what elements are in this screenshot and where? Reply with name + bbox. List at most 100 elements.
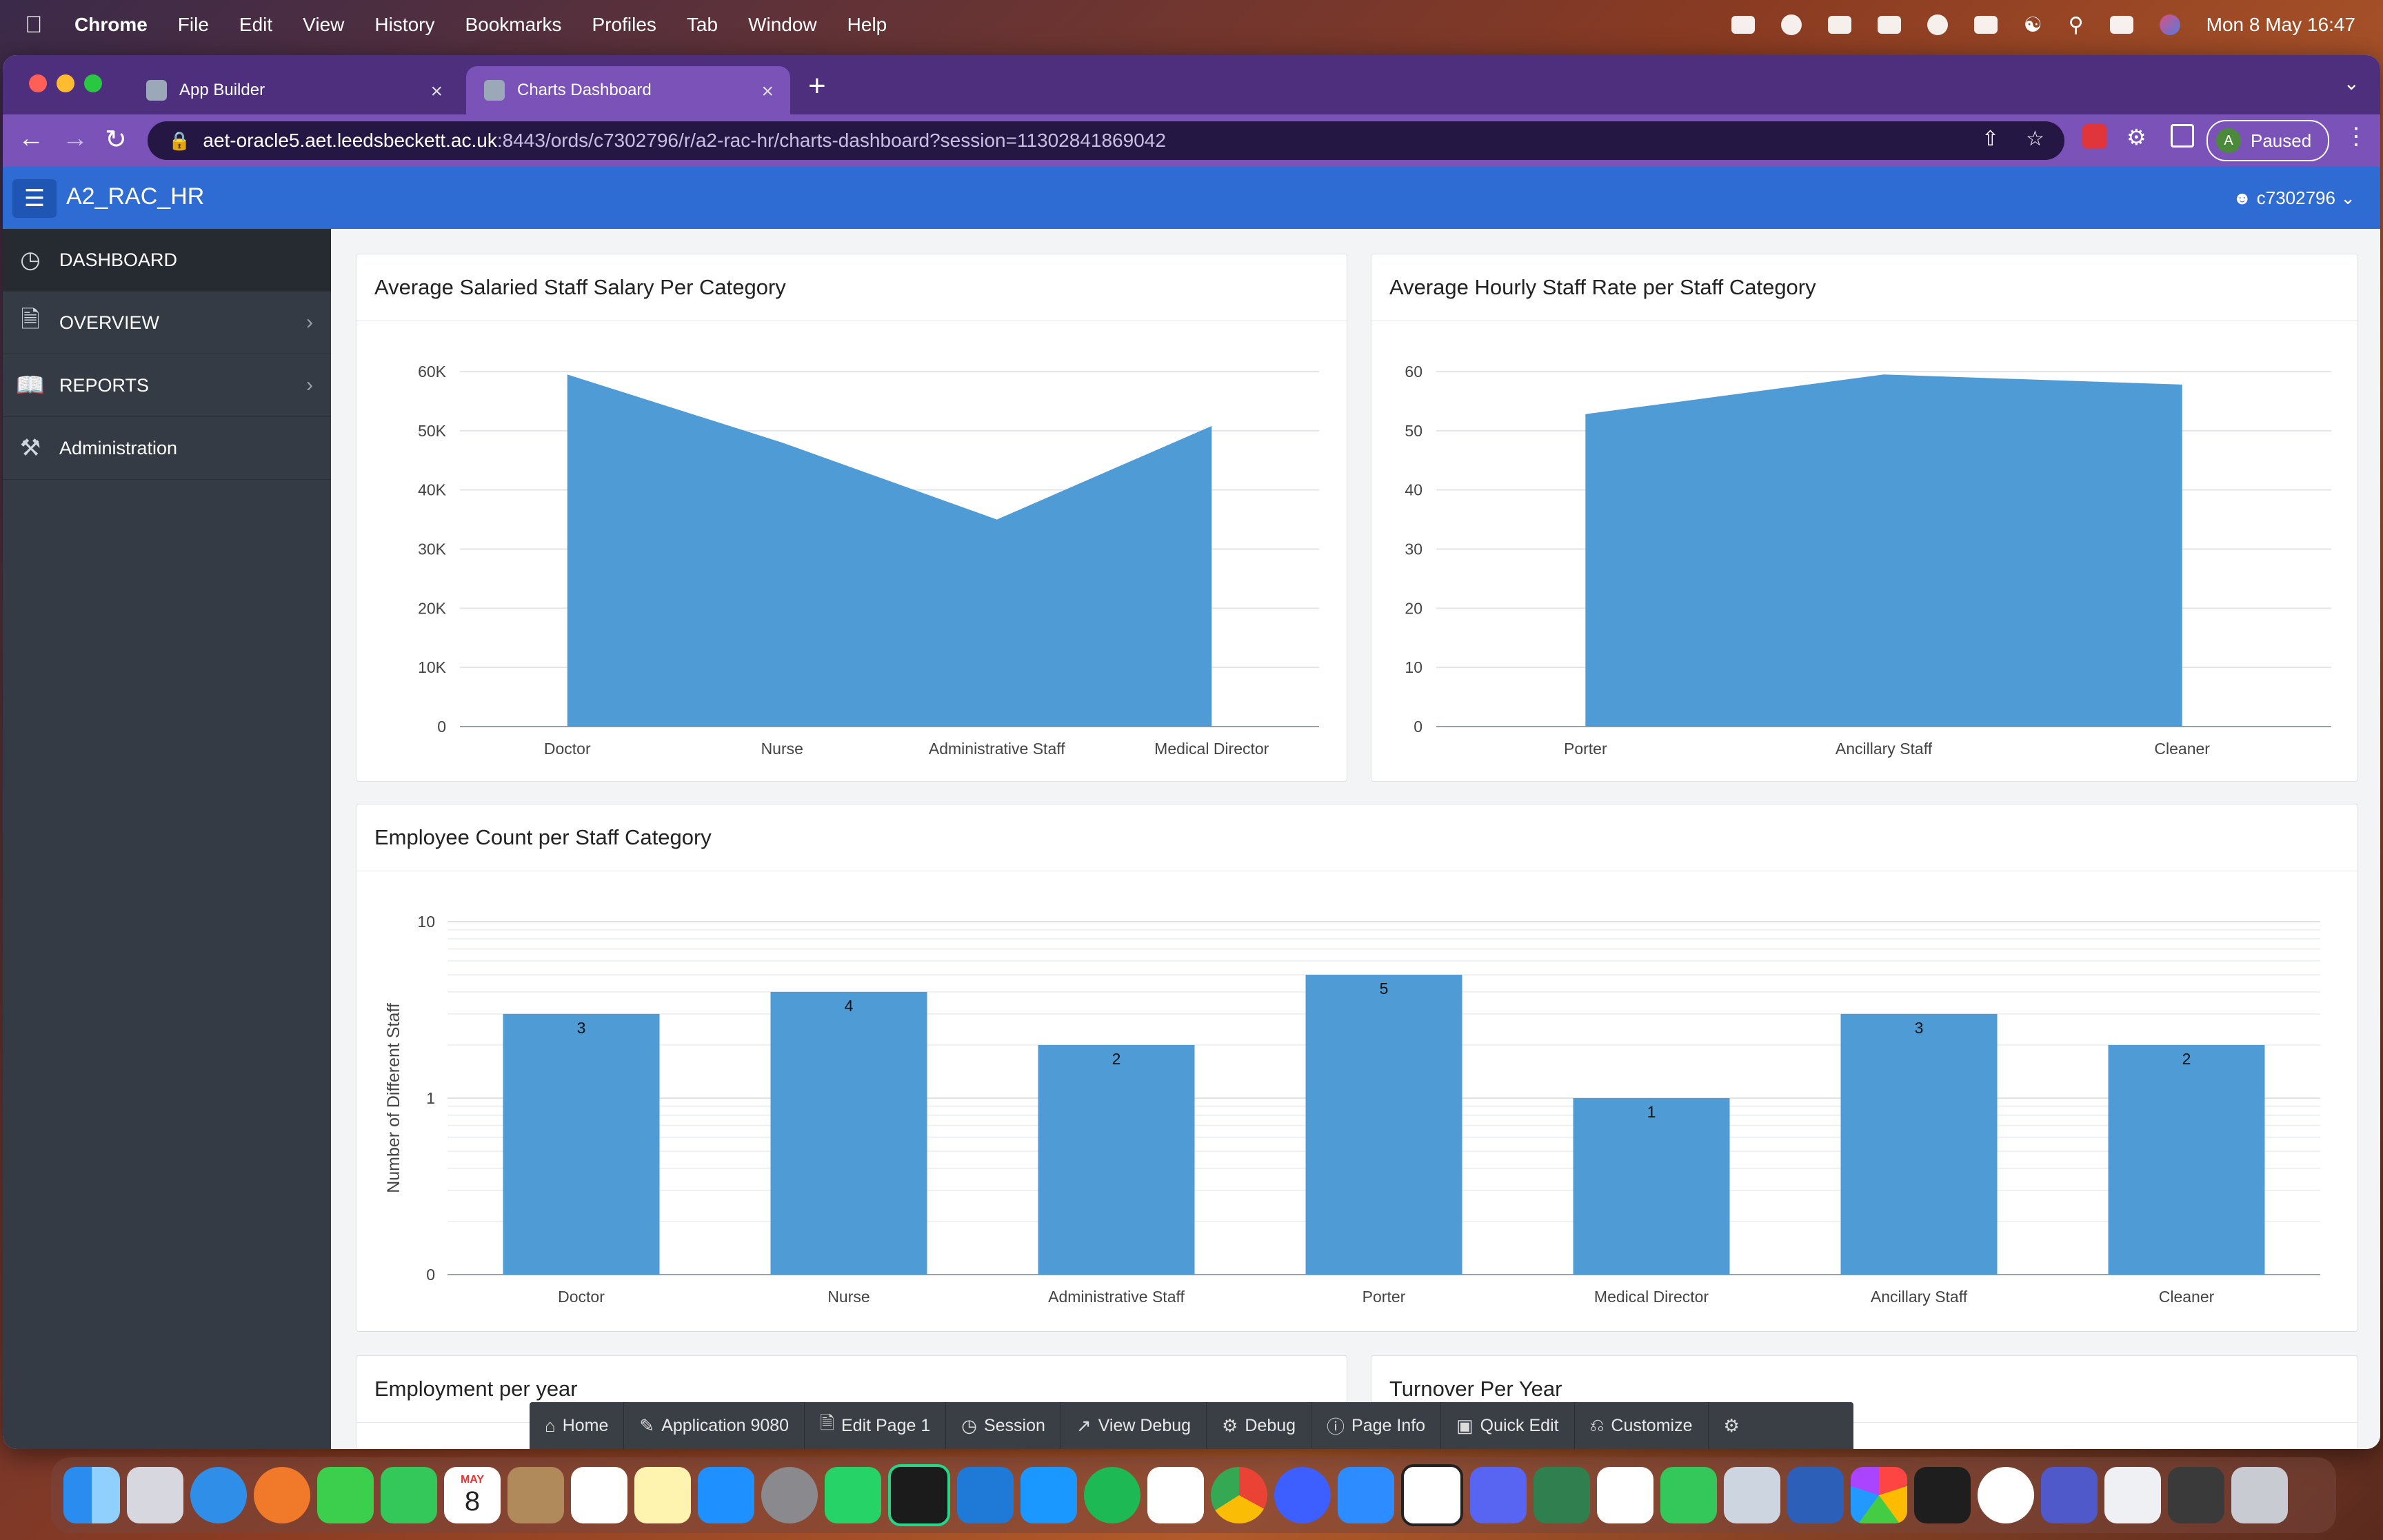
menu-view[interactable]: View — [303, 14, 344, 36]
dev-edit-page-button[interactable]: 🗎 Edit Page 1 — [805, 1402, 947, 1449]
bookmark-star-icon[interactable]: ☆ — [2026, 127, 2044, 151]
side-panel-icon[interactable] — [2171, 124, 2194, 148]
dev-settings-button[interactable]: ⚙ — [1709, 1402, 1762, 1449]
battery-icon[interactable] — [1973, 16, 1998, 34]
spotify-icon[interactable] — [1084, 1467, 1140, 1523]
menu-help[interactable]: Help — [847, 14, 887, 36]
share-icon[interactable]: ⇧ — [1982, 127, 1999, 151]
wifi-icon[interactable]: ☯ — [2024, 13, 2042, 37]
x-tick-label: Cleaner — [2154, 740, 2210, 758]
cloud-icon[interactable] — [1780, 14, 1802, 35]
chevron-right-icon[interactable]: › — [306, 311, 313, 334]
photos-icon[interactable] — [1851, 1467, 1907, 1523]
dev-application-button[interactable]: ✎ Application 9080 — [624, 1402, 805, 1449]
dev-session-button[interactable]: ◷ Session — [946, 1402, 1061, 1449]
chevron-right-icon[interactable]: › — [306, 374, 313, 397]
spotlight-search-icon[interactable]: ⚲ — [2069, 13, 2084, 37]
dev-page-info-button[interactable]: ⓘ Page Info — [1311, 1402, 1442, 1449]
control-center-icon[interactable] — [2109, 16, 2133, 34]
menu-bookmarks[interactable]: Bookmarks — [465, 14, 561, 36]
sidebar-item-overview[interactable]: 🗎 OVERVIEW › — [3, 292, 331, 354]
menu-clock[interactable]: Mon 8 May 16:47 — [2206, 14, 2355, 36]
address-bar[interactable]: 🔒 aet-oracle5.aet.leedsbeckett.ac.uk:844… — [148, 121, 2064, 160]
user-menu[interactable]: ☻ c7302796 ⌄ — [2233, 188, 2355, 209]
menu-file[interactable]: File — [178, 14, 209, 36]
close-tab-icon[interactable]: × — [430, 80, 443, 103]
zoom-icon[interactable] — [1338, 1467, 1394, 1523]
menu-app-name[interactable]: Chrome — [74, 14, 148, 36]
dev-home-button[interactable]: ⌂ Home — [530, 1402, 625, 1449]
preview-icon[interactable] — [1724, 1467, 1780, 1523]
sidebar-item-dashboard[interactable]: ◷ DASHBOARD — [3, 229, 331, 292]
app-store-icon[interactable] — [698, 1467, 754, 1523]
dev-quick-edit-button[interactable]: ▣ Quick Edit — [1441, 1402, 1575, 1449]
notes-icon[interactable] — [634, 1467, 691, 1523]
stats-icon[interactable] — [1827, 16, 1851, 34]
documents-folder-icon[interactable] — [2104, 1467, 2161, 1523]
reload-icon[interactable]: ↻ — [105, 124, 127, 155]
clock-icon[interactable] — [1978, 1467, 2034, 1523]
contacts-icon[interactable] — [507, 1467, 564, 1523]
vscode-icon[interactable] — [957, 1467, 1014, 1523]
zoom-window-button[interactable] — [84, 74, 102, 92]
chrome-menu-icon[interactable]: ⋮ — [2344, 123, 2368, 150]
play-icon[interactable] — [1927, 14, 1948, 35]
dev-customize-button[interactable]: ⎌ Customize — [1575, 1402, 1709, 1449]
app-title[interactable]: A2_RAC_HR — [66, 183, 204, 210]
sidebar-item-reports[interactable]: 📖 REPORTS › — [3, 354, 331, 417]
safari-icon[interactable] — [190, 1467, 247, 1523]
apple-logo-icon[interactable]:  — [25, 12, 61, 39]
bar-data-label: 2 — [2182, 1050, 2191, 1068]
navigation-toggle-icon[interactable]: ☰ — [12, 179, 57, 218]
firefox-icon[interactable] — [254, 1467, 310, 1523]
input-source-icon[interactable] — [1877, 16, 1901, 34]
menu-tab[interactable]: Tab — [687, 14, 718, 36]
chrome-icon[interactable] — [1211, 1467, 1267, 1523]
menu-edit[interactable]: Edit — [239, 14, 272, 36]
downloads-stack-icon[interactable] — [2168, 1467, 2224, 1523]
slack-icon[interactable] — [1147, 1467, 1204, 1523]
status-app-icon[interactable] — [1731, 16, 1755, 34]
siri-icon[interactable] — [2159, 14, 2180, 35]
tableau-icon[interactable] — [1597, 1467, 1653, 1523]
close-window-button[interactable] — [29, 74, 47, 92]
reminders-icon[interactable] — [571, 1467, 627, 1523]
tab-search-chevron-icon[interactable]: ⌄ — [2344, 72, 2360, 94]
system-settings-icon[interactable] — [761, 1467, 818, 1523]
discord-icon[interactable] — [1470, 1467, 1527, 1523]
whatsapp-icon[interactable] — [825, 1467, 881, 1523]
profile-button[interactable]: A Paused — [2206, 120, 2329, 161]
x-tick-label: Ancillary Staff — [1871, 1288, 1968, 1306]
tab-charts-dashboard[interactable]: Charts Dashboard × — [466, 66, 790, 114]
screen-capture-icon[interactable] — [1401, 1464, 1463, 1526]
teams-icon[interactable] — [2041, 1467, 2098, 1523]
pycharm-icon[interactable] — [888, 1464, 950, 1526]
finder-icon[interactable] — [63, 1467, 120, 1523]
launchpad-icon[interactable] — [127, 1467, 183, 1523]
graph-app-icon[interactable] — [1534, 1467, 1590, 1523]
terminal-icon[interactable] — [1914, 1467, 1971, 1523]
word-icon[interactable] — [1787, 1467, 1844, 1523]
lock-icon[interactable]: 🔒 — [168, 130, 190, 152]
nordvpn-icon[interactable] — [1274, 1467, 1331, 1523]
minimize-window-button[interactable] — [57, 74, 74, 92]
extension-red-icon[interactable] — [2082, 124, 2107, 149]
back-arrow-icon[interactable]: ← — [18, 124, 44, 154]
prime-video-icon[interactable] — [1020, 1467, 1077, 1523]
messages-icon[interactable] — [317, 1467, 374, 1523]
menu-profiles[interactable]: Profiles — [592, 14, 656, 36]
dev-debug-button[interactable]: ⚙ Debug — [1207, 1402, 1312, 1449]
sidebar-item-administration[interactable]: ⚒ Administration — [3, 417, 331, 480]
trash-icon[interactable] — [2231, 1467, 2288, 1523]
calendar-icon[interactable]: MAY 8 — [444, 1467, 501, 1523]
facetime-icon[interactable] — [381, 1467, 437, 1523]
menu-window[interactable]: Window — [748, 14, 817, 36]
menu-history[interactable]: History — [374, 14, 434, 36]
forward-arrow-icon[interactable]: → — [62, 124, 88, 154]
tab-app-builder[interactable]: App Builder × — [128, 66, 459, 114]
close-tab-icon[interactable]: × — [761, 80, 774, 103]
new-tab-button[interactable]: + — [808, 69, 826, 103]
dev-view-debug-button[interactable]: ↗ View Debug — [1061, 1402, 1207, 1449]
extensions-puzzle-icon[interactable]: ⚙ — [2126, 124, 2151, 150]
numbers-icon[interactable] — [1660, 1467, 1717, 1523]
